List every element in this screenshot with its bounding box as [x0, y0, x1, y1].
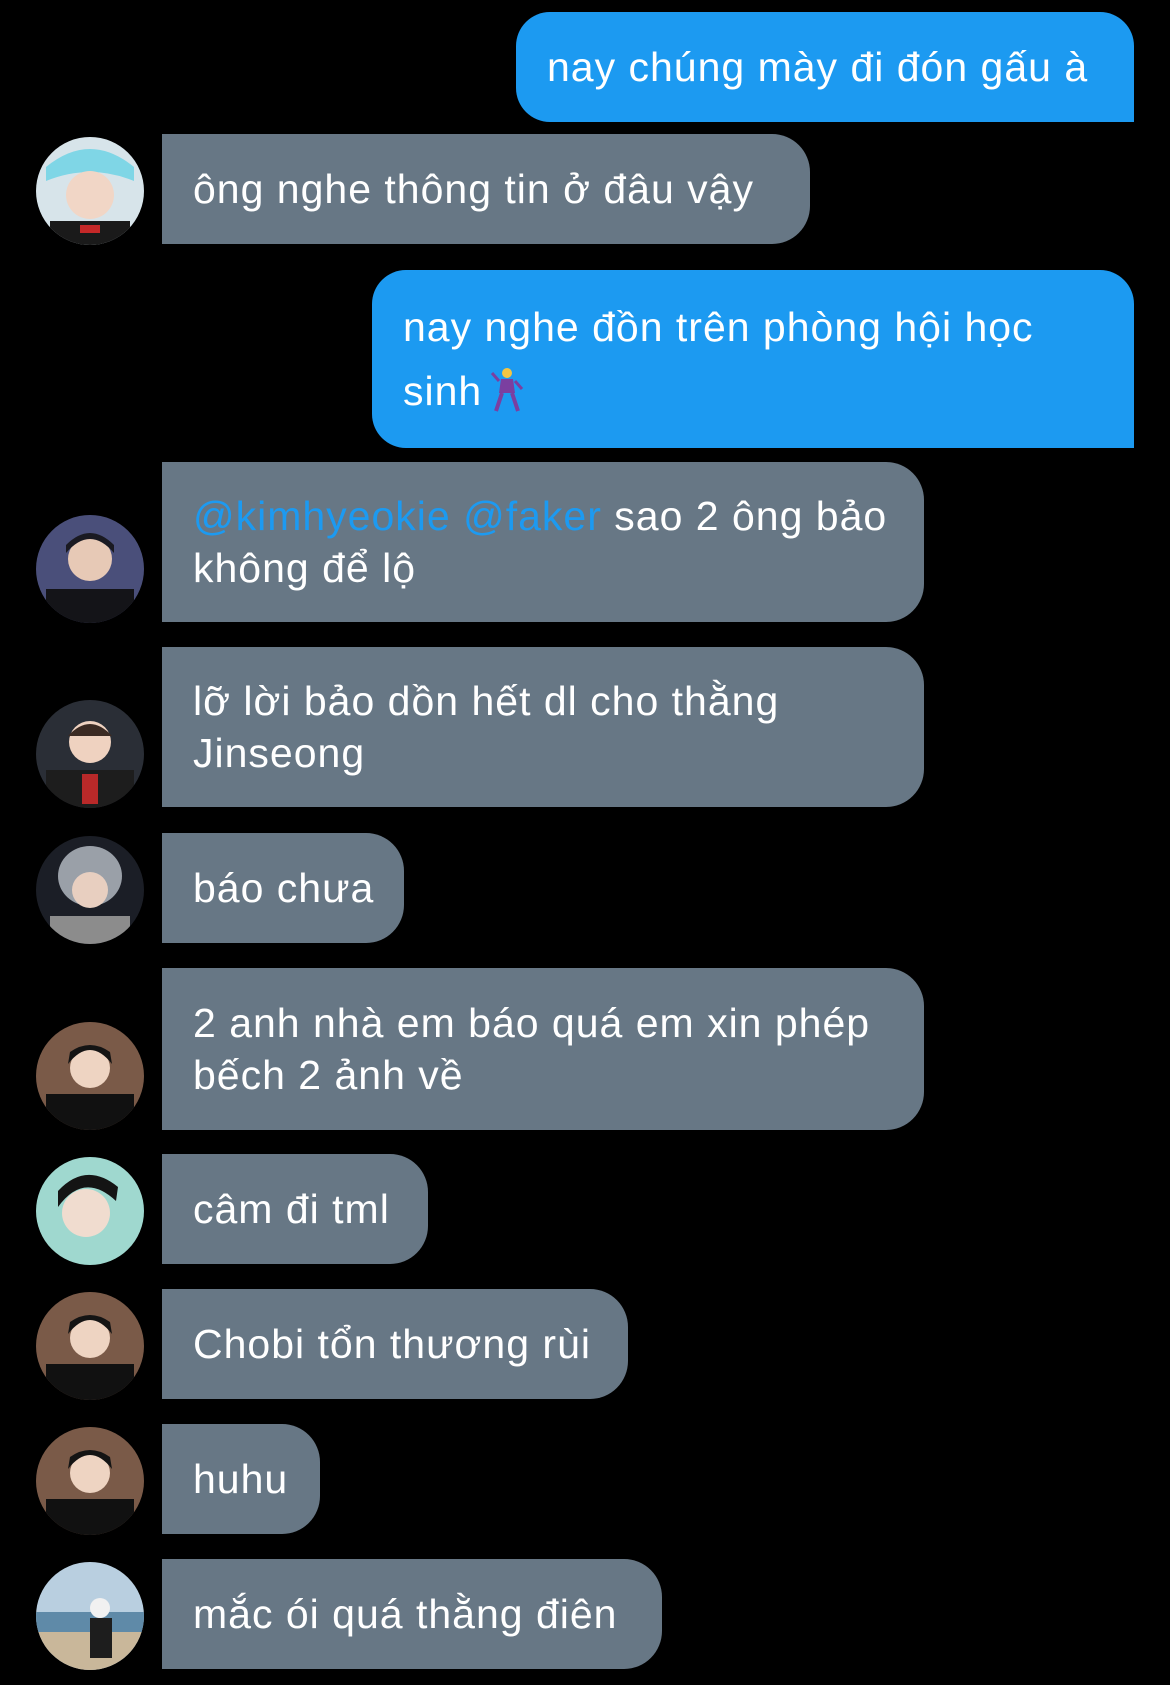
message-text: @kimhyeokie @faker sao 2 ông bảo không đ…: [193, 490, 887, 594]
message-text: nay nghe đồn trên phòng hội học sinh: [403, 295, 1034, 423]
message-text: Chobi tổn thương rùi: [193, 1321, 591, 1367]
message-line: nay nghe đồn trên phòng hội học: [403, 304, 1034, 350]
mention-link[interactable]: @kimhyeokie: [193, 493, 451, 539]
avatar-photo-icon: [36, 1292, 144, 1400]
message-text: 2 anh nhà em báo quá em xin phép bếch 2 …: [193, 997, 870, 1101]
incoming-message-bubble[interactable]: báo chưa: [162, 833, 404, 943]
avatar-photo-icon: [36, 1157, 144, 1265]
incoming-message-bubble[interactable]: 2 anh nhà em báo quá em xin phép bếch 2 …: [162, 968, 924, 1130]
avatar[interactable]: [36, 1562, 144, 1670]
avatar[interactable]: [36, 1427, 144, 1535]
avatar-photo-icon: [36, 836, 144, 944]
avatar[interactable]: [36, 137, 144, 245]
message-text: câm đi tml: [193, 1186, 390, 1232]
dancing-man-emoji-icon: [491, 368, 524, 412]
message-line: sinh: [403, 368, 483, 414]
message-text: nay chúng mày đi đón gấu à: [547, 44, 1089, 90]
incoming-message-bubble[interactable]: câm đi tml: [162, 1154, 428, 1264]
incoming-message-bubble[interactable]: huhu: [162, 1424, 320, 1534]
message-line: lỡ lời bảo dồn hết dl cho thằng: [193, 678, 780, 724]
incoming-message-bubble[interactable]: @kimhyeokie @faker sao 2 ông bảo không đ…: [162, 462, 924, 622]
avatar[interactable]: [36, 700, 144, 808]
mention-link[interactable]: @faker: [463, 493, 602, 539]
message-line: 2 anh nhà em báo quá em xin phép: [193, 1000, 871, 1046]
message-text: báo chưa: [193, 865, 375, 911]
avatar[interactable]: [36, 1022, 144, 1130]
avatar[interactable]: [36, 515, 144, 623]
message-text: mắc ói quá thằng điên: [193, 1591, 618, 1637]
message-text: huhu: [193, 1456, 289, 1502]
message-text: lỡ lời bảo dồn hết dl cho thằng Jinseong: [193, 675, 779, 779]
message-line: Jinseong: [193, 730, 366, 776]
avatar-photo-icon: [36, 700, 144, 808]
incoming-message-bubble[interactable]: mắc ói quá thằng điên: [162, 1559, 662, 1669]
avatar-photo-icon: [36, 1022, 144, 1130]
avatar[interactable]: [36, 1157, 144, 1265]
message-text: ông nghe thông tin ở đâu vậy: [193, 166, 754, 212]
avatar[interactable]: [36, 836, 144, 944]
incoming-message-bubble[interactable]: ông nghe thông tin ở đâu vậy: [162, 134, 810, 244]
message-line: không để lộ: [193, 545, 417, 591]
incoming-message-bubble[interactable]: Chobi tổn thương rùi: [162, 1289, 628, 1399]
message-line: sao 2 ông bảo: [601, 493, 888, 539]
avatar-photo-icon: [36, 1562, 144, 1670]
outgoing-message-bubble[interactable]: nay nghe đồn trên phòng hội học sinh: [372, 270, 1134, 448]
message-line: bếch 2 ảnh về: [193, 1052, 464, 1098]
avatar-photo-icon: [36, 1427, 144, 1535]
avatar[interactable]: [36, 1292, 144, 1400]
outgoing-message-bubble[interactable]: nay chúng mày đi đón gấu à: [516, 12, 1134, 122]
avatar-photo-icon: [36, 137, 144, 245]
avatar-photo-icon: [36, 515, 144, 623]
incoming-message-bubble[interactable]: lỡ lời bảo dồn hết dl cho thằng Jinseong: [162, 647, 924, 807]
